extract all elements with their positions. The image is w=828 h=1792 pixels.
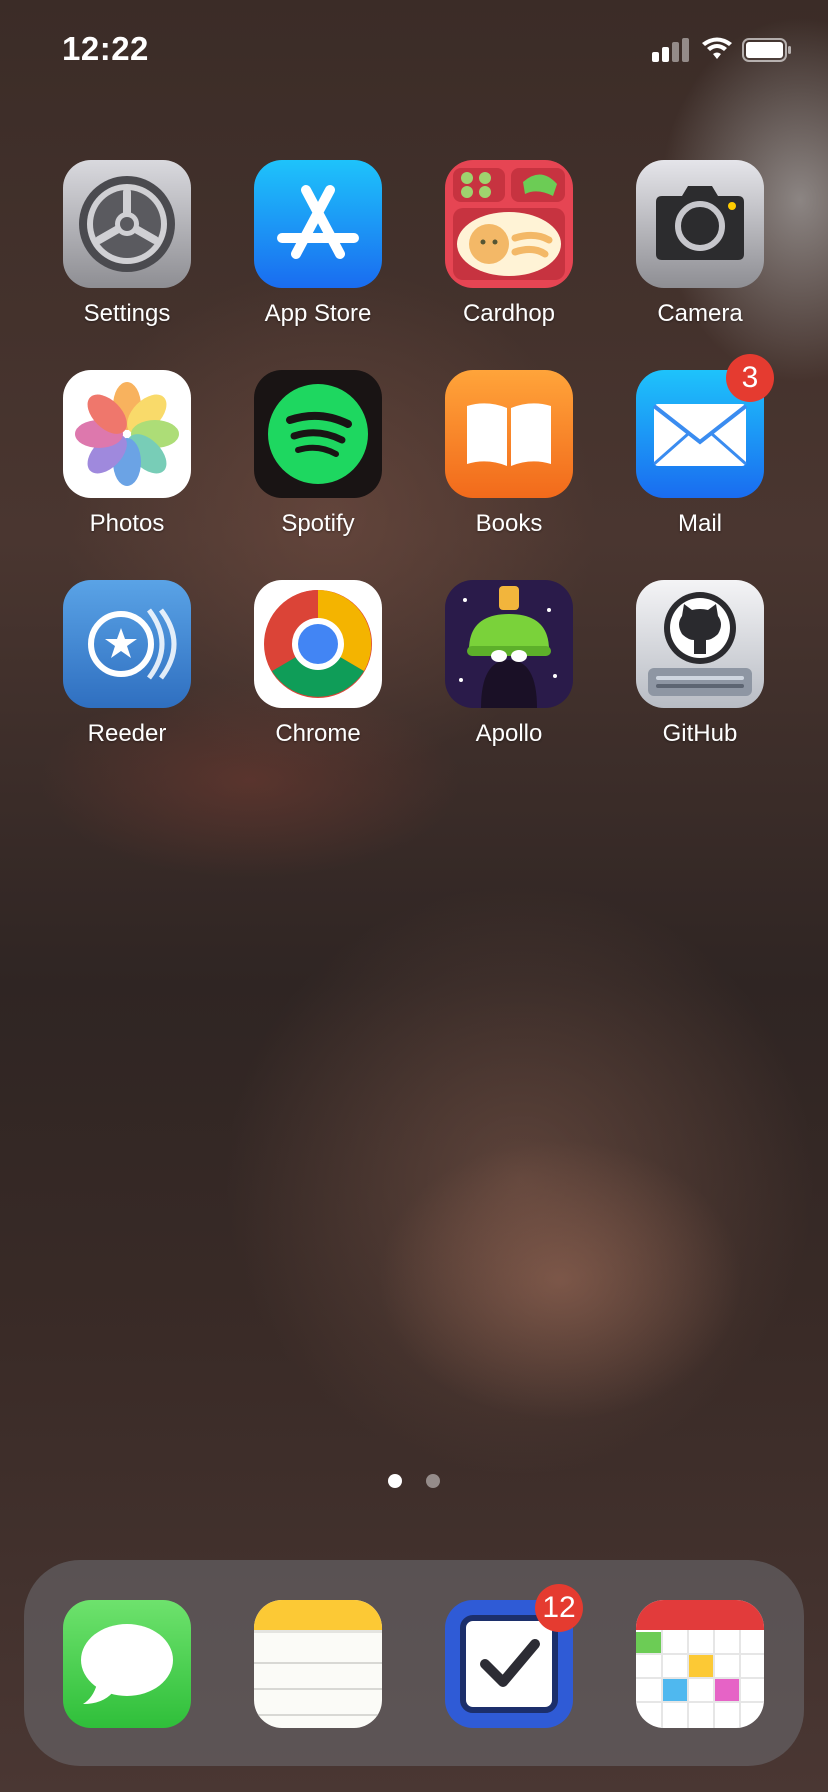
app-label: Mail bbox=[677, 510, 722, 537]
status-time: 12:22 bbox=[62, 30, 149, 67]
calendar-icon bbox=[636, 1600, 764, 1728]
app-label: Books bbox=[475, 510, 543, 537]
notification-badge: 12 bbox=[535, 1584, 583, 1632]
photos-icon bbox=[63, 370, 191, 498]
app-label: GitHub bbox=[662, 720, 738, 747]
cardhop-icon bbox=[445, 160, 573, 288]
app-label: Cardhop bbox=[462, 300, 556, 327]
app-label: Spotify bbox=[281, 510, 355, 537]
app-chrome[interactable]: Chrome bbox=[223, 580, 413, 748]
wifi-icon bbox=[702, 37, 732, 59]
status-bar: 12:22 bbox=[0, 0, 828, 100]
app-label: Camera bbox=[657, 300, 743, 327]
app-github[interactable]: GitHub bbox=[605, 580, 795, 748]
notes-icon bbox=[254, 1600, 382, 1728]
app-apollo[interactable]: Apollo bbox=[414, 580, 604, 748]
settings-gear-icon bbox=[63, 160, 191, 288]
apollo-icon bbox=[445, 580, 573, 708]
app-app-store[interactable]: App Store bbox=[223, 160, 413, 328]
app-label: Reeder bbox=[87, 720, 167, 747]
battery-icon bbox=[742, 38, 791, 62]
chrome-icon bbox=[254, 580, 382, 708]
app-books[interactable]: Books bbox=[414, 370, 604, 538]
app-cardhop[interactable]: Cardhop bbox=[414, 160, 604, 328]
app-label: App Store bbox=[264, 300, 372, 327]
app-label: Photos bbox=[89, 510, 165, 537]
reeder-icon bbox=[63, 580, 191, 708]
app-spotify[interactable]: Spotify bbox=[223, 370, 413, 538]
spotify-icon bbox=[254, 370, 382, 498]
notification-badge: 3 bbox=[726, 354, 774, 402]
camera-icon bbox=[636, 160, 764, 288]
app-store-icon bbox=[254, 160, 382, 288]
page-dot-2[interactable] bbox=[426, 1474, 441, 1488]
page-dot-1[interactable] bbox=[387, 1474, 402, 1488]
cellular-signal-icon bbox=[652, 38, 689, 62]
app-label: Chrome bbox=[275, 720, 361, 747]
books-icon bbox=[445, 370, 573, 498]
app-photos[interactable]: Photos bbox=[32, 370, 222, 538]
dock: 12 bbox=[24, 1560, 804, 1766]
github-icon bbox=[636, 580, 764, 708]
app-settings[interactable]: Settings bbox=[32, 160, 222, 328]
app-label: Settings bbox=[83, 300, 171, 327]
app-camera[interactable]: Camera bbox=[605, 160, 795, 328]
page-indicator[interactable] bbox=[0, 1474, 828, 1490]
messages-icon bbox=[63, 1600, 191, 1728]
app-label: Apollo bbox=[475, 720, 543, 747]
app-mail[interactable]: 3 Mail bbox=[605, 354, 795, 538]
dock-app-calendar[interactable] bbox=[605, 1600, 795, 1728]
dock-app-tasks[interactable]: 12 bbox=[414, 1584, 604, 1728]
dock-app-notes[interactable] bbox=[223, 1600, 413, 1728]
app-reeder[interactable]: Reeder bbox=[32, 580, 222, 748]
dock-app-messages[interactable] bbox=[32, 1600, 222, 1728]
